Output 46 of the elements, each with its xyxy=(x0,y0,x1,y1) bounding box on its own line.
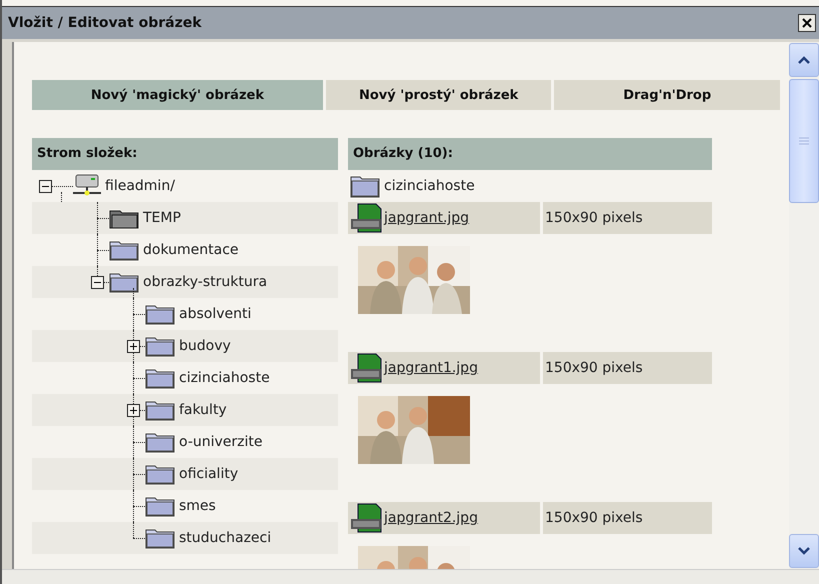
folder-name[interactable]: o-univerzite xyxy=(179,434,263,450)
image-size: 150x90 pixels xyxy=(543,502,712,534)
chevron-up-icon xyxy=(797,55,811,65)
folder-icon xyxy=(109,271,139,293)
scroll-down-button[interactable] xyxy=(789,534,819,568)
folder-icon xyxy=(145,495,175,517)
folder-name[interactable]: smes xyxy=(179,498,216,514)
window-title: Vložit / Editovat obrázek xyxy=(8,15,202,31)
column-heading: Obrázky (10): xyxy=(348,138,712,170)
collapse-icon[interactable] xyxy=(39,180,52,193)
image-size: 150x90 pixels xyxy=(543,202,712,234)
folder-icon xyxy=(145,367,175,389)
folder-name[interactable]: fakulty xyxy=(179,402,227,418)
collapse-icon[interactable] xyxy=(91,276,104,289)
tab[interactable]: Nový 'magický' obrázek xyxy=(32,80,323,110)
folder-name[interactable]: studuchazeci xyxy=(179,530,272,546)
image-file-icon xyxy=(350,203,384,233)
folder-icon xyxy=(145,431,175,453)
scrollbar-thumb[interactable] xyxy=(789,79,819,203)
expand-icon[interactable] xyxy=(127,404,140,417)
scroll-up-button[interactable] xyxy=(789,43,819,77)
folder-icon xyxy=(109,239,139,261)
image-file-icon xyxy=(350,353,384,383)
folder-icon xyxy=(145,335,175,357)
grip-icon xyxy=(799,137,809,145)
tab[interactable]: Drag'n'Drop xyxy=(554,80,780,110)
folder-name[interactable]: dokumentace xyxy=(143,242,239,258)
image-file-icon xyxy=(350,503,384,533)
folder-name[interactable]: cizinciahoste xyxy=(384,178,475,194)
tab[interactable]: Nový 'prostý' obrázek xyxy=(326,80,552,110)
image-size: 150x90 pixels xyxy=(543,352,712,384)
folder-icon xyxy=(145,527,175,549)
column-heading: Strom složek: xyxy=(32,138,338,170)
folder-name[interactable]: cizinciahoste xyxy=(179,370,270,386)
folder-icon xyxy=(145,463,175,485)
folder-name[interactable]: fileadmin/ xyxy=(105,178,175,194)
folder-icon xyxy=(350,174,380,198)
folder-icon xyxy=(145,303,175,325)
chevron-down-icon xyxy=(797,546,811,556)
folder-name[interactable]: budovy xyxy=(179,338,231,354)
folder-name[interactable]: absolventi xyxy=(179,306,252,322)
folder-name[interactable]: oficiality xyxy=(179,466,238,482)
folder-name[interactable]: TEMP xyxy=(143,210,181,226)
expand-icon[interactable] xyxy=(127,340,140,353)
close-icon[interactable] xyxy=(798,14,816,32)
folder-icon xyxy=(145,399,175,421)
